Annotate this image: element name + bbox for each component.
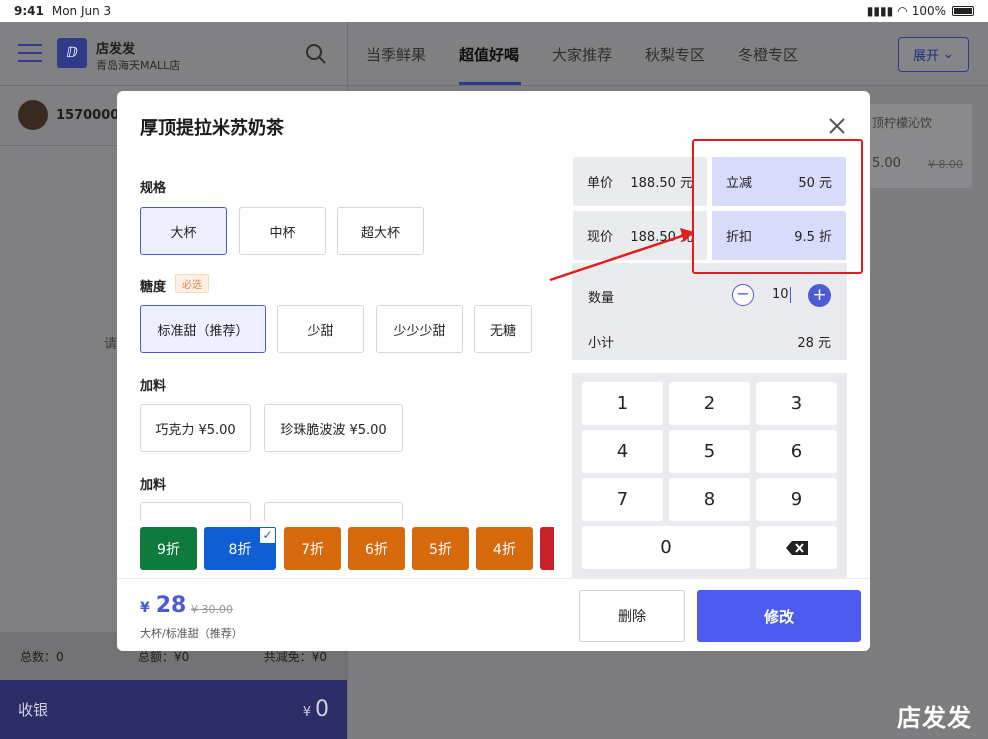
shop-name: 店发发 — [96, 42, 136, 57]
unit-price: 单价 188.50 元 — [573, 157, 707, 206]
shop-logo: ⅅ — [57, 38, 87, 68]
original-price: ¥ 30.00 — [191, 603, 233, 616]
annotation-highlight — [692, 139, 863, 274]
topping-option-partial-2[interactable] — [264, 502, 403, 522]
product-price: 5.00 — [872, 156, 901, 171]
discount-8[interactable]: 8折 ✓ — [204, 527, 276, 570]
tab-active-indicator — [459, 82, 521, 85]
modify-button[interactable]: 修改 — [697, 590, 861, 642]
chevron-down-icon: ⌄ — [943, 47, 954, 62]
discount-6[interactable]: 6折 — [348, 527, 405, 570]
delete-button[interactable]: 删除 — [579, 590, 685, 642]
quantity-label: 数量 — [588, 291, 615, 306]
status-time: 9:41 — [14, 4, 44, 18]
tab-winter-orange[interactable]: 冬橙专区 — [738, 44, 798, 65]
product-card[interactable]: 顶柠檬沁饮 5.00 ¥ 8.00 — [866, 104, 972, 188]
discount-5[interactable]: 5折 — [412, 527, 469, 570]
expand-button[interactable]: 展开 ⌄ — [898, 37, 969, 72]
sugar-label: 糖度 — [140, 280, 167, 295]
selection-summary: 大杯/标准甜（推荐） — [140, 627, 243, 640]
topping-option-chocolate[interactable]: 巧克力 ¥5.00 — [140, 404, 251, 452]
topping-label-2: 加料 — [140, 478, 167, 493]
status-bar: 9:41 Mon Jun 3 ▮▮▮▮ ◠ 100% — [0, 0, 988, 22]
key-4[interactable]: 4 — [582, 430, 663, 473]
topping-option-pearl[interactable]: 珍珠脆波波 ¥5.00 — [264, 404, 403, 452]
close-icon[interactable] — [824, 113, 850, 139]
tab-autumn-pear[interactable]: 秋梨专区 — [645, 44, 705, 65]
tab-recommended[interactable]: 大家推荐 — [552, 44, 612, 65]
minus-icon[interactable]: − — [732, 284, 754, 306]
sugar-option-standard[interactable]: 标准甜（推荐） — [140, 305, 266, 353]
final-price: ¥28 — [140, 593, 187, 618]
tab-fruit[interactable]: 当季鲜果 — [366, 44, 426, 65]
unit-price-label: 单价 — [587, 176, 614, 191]
status-date: Mon Jun 3 — [51, 4, 112, 18]
empty-hint: 请 — [104, 337, 118, 352]
annotation-arrow-icon — [549, 228, 694, 282]
modal-title: 厚顶提拉米苏奶茶 — [140, 118, 284, 139]
discount-8-label: 8折 — [228, 541, 252, 558]
text-caret — [790, 287, 791, 303]
key-8[interactable]: 8 — [669, 478, 750, 521]
backspace-icon[interactable] — [756, 526, 837, 569]
status-right: ▮▮▮▮ ◠ 100% — [867, 4, 974, 18]
required-badge: 必选 — [175, 274, 209, 293]
battery-icon — [952, 6, 974, 16]
checkout-amount: ¥0 — [302, 697, 329, 722]
search-icon[interactable] — [304, 42, 328, 66]
topping-option-partial[interactable] — [140, 502, 251, 522]
checkout-button[interactable]: 收银 ¥0 — [0, 680, 347, 739]
shop-branch: 青岛海天MALL店 — [96, 59, 181, 72]
summary-count: 总数：0 — [20, 649, 64, 664]
spec-label: 规格 — [140, 181, 167, 196]
spec-option-xlarge[interactable]: 超大杯 — [337, 207, 424, 255]
modal-footer: ¥28 ¥ 30.00 大杯/标准甜（推荐） 删除 修改 — [117, 578, 870, 651]
spec-option-large[interactable]: 大杯 — [140, 207, 227, 255]
unit-price-value: 188.50 元 — [630, 176, 693, 191]
avatar — [18, 100, 48, 130]
numeric-keypad: 1 2 3 4 5 6 7 8 9 0 — [572, 373, 847, 583]
tab-value-drinks[interactable]: 超值好喝 — [459, 44, 519, 65]
discount-more[interactable] — [540, 527, 554, 570]
key-6[interactable]: 6 — [756, 430, 837, 473]
discount-4[interactable]: 4折 — [476, 527, 533, 570]
signal-icon: ▮▮▮▮ — [866, 4, 894, 18]
key-9[interactable]: 9 — [756, 478, 837, 521]
product-name: 顶柠檬沁饮 — [872, 116, 933, 130]
sugar-option-less[interactable]: 少甜 — [277, 305, 364, 353]
menu-icon[interactable] — [18, 44, 42, 62]
topping-label: 加料 — [140, 379, 167, 394]
discount-presets: 9折 8折 ✓ 7折 6折 5折 4折 — [140, 527, 554, 571]
watermark: 店发发 — [897, 704, 972, 732]
key-2[interactable]: 2 — [669, 382, 750, 425]
discount-9[interactable]: 9折 — [140, 527, 197, 570]
key-1[interactable]: 1 — [582, 382, 663, 425]
subtotal-value: 28 元 — [797, 336, 831, 351]
key-3[interactable]: 3 — [756, 382, 837, 425]
sugar-option-none[interactable]: 无糖 — [474, 305, 532, 353]
plus-icon[interactable]: + — [808, 284, 831, 307]
key-0[interactable]: 0 — [582, 526, 750, 569]
product-old-price: ¥ 8.00 — [928, 158, 963, 171]
quantity-value[interactable]: 10 — [772, 287, 789, 302]
expand-label: 展开 — [913, 49, 940, 64]
key-5[interactable]: 5 — [669, 430, 750, 473]
check-icon: ✓ — [259, 527, 276, 544]
spec-option-medium[interactable]: 中杯 — [239, 207, 326, 255]
battery-percent: 100% — [911, 4, 946, 18]
subtotal-label: 小计 — [588, 336, 615, 351]
wifi-icon: ◠ — [897, 4, 908, 18]
key-7[interactable]: 7 — [582, 478, 663, 521]
shop-header — [0, 22, 347, 86]
discount-7[interactable]: 7折 — [284, 527, 341, 570]
checkout-label: 收银 — [18, 701, 49, 719]
sugar-option-little[interactable]: 少少少甜 — [376, 305, 463, 353]
